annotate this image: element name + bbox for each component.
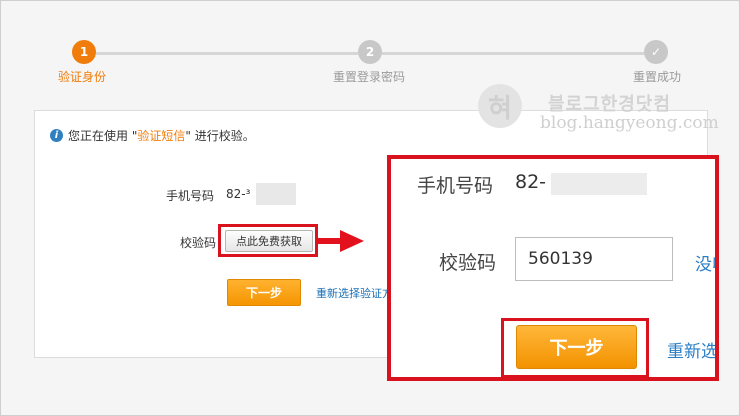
zoom-no-code-link[interactable]: 没收 bbox=[695, 250, 715, 275]
phone-label: 手机号码 bbox=[166, 189, 215, 203]
arrow-icon bbox=[318, 238, 342, 244]
verification-notice: i 您正在使用 " 验证短信 " 进行校验。 bbox=[50, 127, 255, 144]
step-3-check-icon: ✓ bbox=[644, 40, 668, 64]
step-3-label: 重置成功 bbox=[633, 70, 682, 84]
step-2-label: 重置登录密码 bbox=[333, 70, 406, 84]
watermark-url: blog.hangyeong.com bbox=[540, 113, 719, 133]
notice-suffix: " 进行校验。 bbox=[185, 129, 255, 143]
step-connector bbox=[382, 52, 644, 55]
get-code-button[interactable]: 点此免费获取 bbox=[225, 230, 313, 252]
zoom-phone-blur bbox=[551, 173, 647, 195]
code-label: 校验码 bbox=[180, 236, 217, 250]
zoom-reselect-link[interactable]: 重新选 bbox=[667, 337, 715, 362]
watermark-seal: 혀 bbox=[478, 84, 522, 128]
notice-prefix: 您正在使用 " bbox=[68, 129, 138, 143]
zoom-next-button[interactable]: 下一步 bbox=[516, 325, 637, 369]
reselect-method-link[interactable]: 重新选择验证方 bbox=[316, 285, 393, 301]
step-connector bbox=[96, 52, 358, 55]
notice-method: 验证短信 bbox=[137, 129, 186, 143]
zoom-phone-label: 手机号码 bbox=[417, 175, 494, 197]
step-1-circle: 1 bbox=[72, 40, 96, 64]
step-1-label: 验证身份 bbox=[58, 70, 107, 84]
phone-blur bbox=[256, 183, 296, 205]
zoom-code-input[interactable]: 560139 bbox=[515, 237, 673, 281]
info-icon: i bbox=[50, 129, 63, 142]
zoom-code-label: 校验码 bbox=[439, 252, 497, 274]
phone-value: 82-³ bbox=[226, 187, 251, 201]
step-progress: 1 验证身份 2 重置登录密码 ✓ 重置成功 bbox=[0, 0, 740, 100]
zoom-inset: 手机号码 82- 校验码 560139 没收 下一步 重新选 bbox=[387, 155, 719, 381]
arrow-head-icon bbox=[340, 230, 364, 252]
step-2-circle: 2 bbox=[358, 40, 382, 64]
zoom-phone-value: 82- bbox=[515, 171, 547, 193]
next-button[interactable]: 下一步 bbox=[227, 279, 301, 306]
